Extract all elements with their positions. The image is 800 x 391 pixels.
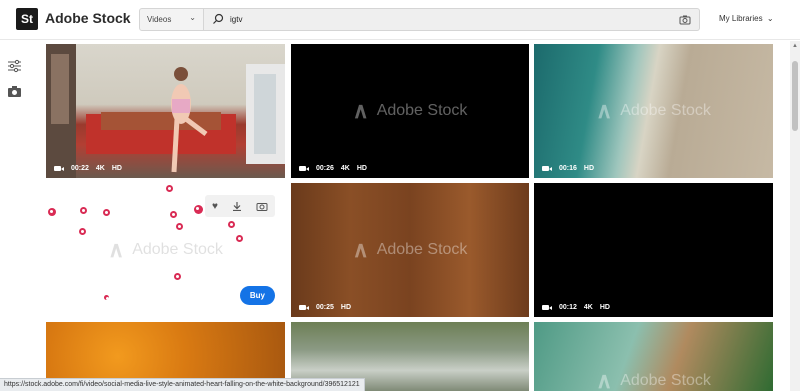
video-meta: 00:16 HD bbox=[542, 165, 594, 172]
video-camera-icon bbox=[542, 304, 552, 311]
video-resolution: 4K bbox=[583, 304, 593, 311]
adobe-stock-watermark: ∧ Adobe Stock bbox=[353, 98, 468, 124]
heart-shape bbox=[79, 228, 86, 235]
scrollbar-thumb[interactable] bbox=[792, 61, 798, 131]
adobe-logo-icon: ∧ bbox=[108, 237, 125, 262]
video-quality: HD bbox=[111, 165, 122, 172]
video-camera-icon bbox=[542, 165, 552, 172]
video-duration: 00:25 bbox=[316, 304, 334, 311]
heart-shape bbox=[166, 185, 173, 192]
heart-shape bbox=[104, 295, 109, 300]
my-libraries-menu[interactable]: My Libraries ⌄ bbox=[719, 14, 774, 23]
video-quality: HD bbox=[583, 165, 595, 172]
heart-shape bbox=[228, 221, 235, 228]
download-icon[interactable] bbox=[232, 201, 242, 211]
camera-icon[interactable] bbox=[7, 85, 22, 98]
chevron-down-icon: ⌄ bbox=[189, 13, 196, 22]
video-tile-beach[interactable]: ∧ Adobe Stock 00:16 HD bbox=[534, 44, 773, 178]
watermark-text: Adobe Stock bbox=[620, 102, 711, 119]
filters-icon[interactable] bbox=[7, 59, 22, 73]
find-similar-camera-icon[interactable] bbox=[256, 201, 268, 211]
adobe-stock-logo[interactable]: St bbox=[16, 8, 38, 30]
watermark-text: Adobe Stock bbox=[376, 241, 468, 258]
chevron-down-icon: ⌄ bbox=[766, 14, 774, 23]
search-input[interactable]: igtv bbox=[230, 15, 242, 24]
video-tile-black[interactable]: ∧ Adobe Stock 00:26 4K HD bbox=[291, 44, 529, 178]
video-meta: 00:12 4K HD bbox=[542, 304, 610, 311]
asset-type-value: Videos bbox=[147, 15, 172, 24]
video-resolution: 4K bbox=[95, 165, 105, 172]
video-tile-dark[interactable]: 00:12 4K HD bbox=[534, 183, 773, 317]
video-meta: 00:25 HD bbox=[299, 304, 351, 311]
my-libraries-label: My Libraries bbox=[719, 14, 763, 23]
adobe-stock-watermark: ∧ Adobe Stock bbox=[353, 237, 468, 263]
video-tile-hearts[interactable]: ∧ Adobe Stock ♥ Buy bbox=[46, 183, 285, 317]
video-meta: 00:22 4K HD bbox=[54, 165, 122, 172]
video-meta: 00:26 4K HD bbox=[299, 165, 367, 172]
video-resolution: 4K bbox=[340, 165, 350, 172]
video-camera-icon bbox=[299, 165, 309, 172]
adobe-stock-watermark: ∧ Adobe Stock bbox=[596, 368, 711, 391]
video-duration: 00:26 bbox=[316, 165, 334, 172]
link-status-bar: https://stock.adobe.com/fi/video/social-… bbox=[0, 378, 365, 391]
adobe-logo-icon: ∧ bbox=[596, 98, 613, 123]
search-icon bbox=[213, 13, 224, 24]
video-quality: HD bbox=[356, 165, 367, 172]
video-duration: 00:22 bbox=[71, 165, 89, 172]
heart-shape bbox=[80, 207, 87, 214]
asset-type-dropdown[interactable]: Videos ⌄ bbox=[139, 8, 204, 31]
top-bar: St Adobe Stock Videos ⌄ igtv My Librarie… bbox=[0, 0, 800, 40]
heart-shape bbox=[236, 235, 243, 242]
video-camera-icon bbox=[299, 304, 309, 311]
heart-shape bbox=[174, 273, 181, 280]
hover-toolbar: ♥ bbox=[205, 195, 275, 217]
adobe-logo-icon: ∧ bbox=[352, 98, 369, 123]
video-tile-coast[interactable]: ∧ Adobe Stock bbox=[534, 322, 773, 391]
heart-shape bbox=[170, 211, 177, 218]
scroll-up-arrow-icon[interactable]: ▲ bbox=[792, 43, 798, 49]
adobe-logo-icon: ∧ bbox=[596, 367, 613, 391]
watermark-text: Adobe Stock bbox=[132, 241, 223, 258]
adobe-stock-watermark: ∧ Adobe Stock bbox=[108, 237, 223, 263]
heart-shape bbox=[48, 208, 56, 216]
scrollbar[interactable]: ▲ bbox=[790, 41, 800, 391]
adobe-logo-icon: ∧ bbox=[352, 237, 369, 262]
left-rail bbox=[0, 41, 30, 391]
video-quality: HD bbox=[340, 304, 352, 311]
watermark-text: Adobe Stock bbox=[376, 102, 468, 119]
brand-name[interactable]: Adobe Stock bbox=[45, 10, 131, 26]
video-thumbnail bbox=[46, 44, 285, 178]
search-bar[interactable]: igtv bbox=[204, 8, 700, 31]
video-tile-wood[interactable]: ∧ Adobe Stock 00:25 HD bbox=[291, 183, 529, 317]
visual-search-camera-icon[interactable] bbox=[679, 14, 691, 25]
video-tile-yoga[interactable]: 00:22 4K HD bbox=[46, 44, 285, 178]
video-camera-icon bbox=[54, 165, 64, 172]
heart-shape bbox=[194, 205, 203, 214]
heart-icon[interactable]: ♥ bbox=[212, 201, 218, 212]
video-duration: 00:16 bbox=[559, 165, 577, 172]
video-quality: HD bbox=[599, 304, 610, 311]
adobe-stock-watermark: ∧ Adobe Stock bbox=[596, 98, 711, 124]
heart-shape bbox=[176, 223, 183, 230]
watermark-text: Adobe Stock bbox=[620, 371, 711, 389]
video-duration: 00:12 bbox=[559, 304, 577, 311]
heart-shape bbox=[103, 209, 110, 216]
buy-button[interactable]: Buy bbox=[239, 286, 275, 305]
